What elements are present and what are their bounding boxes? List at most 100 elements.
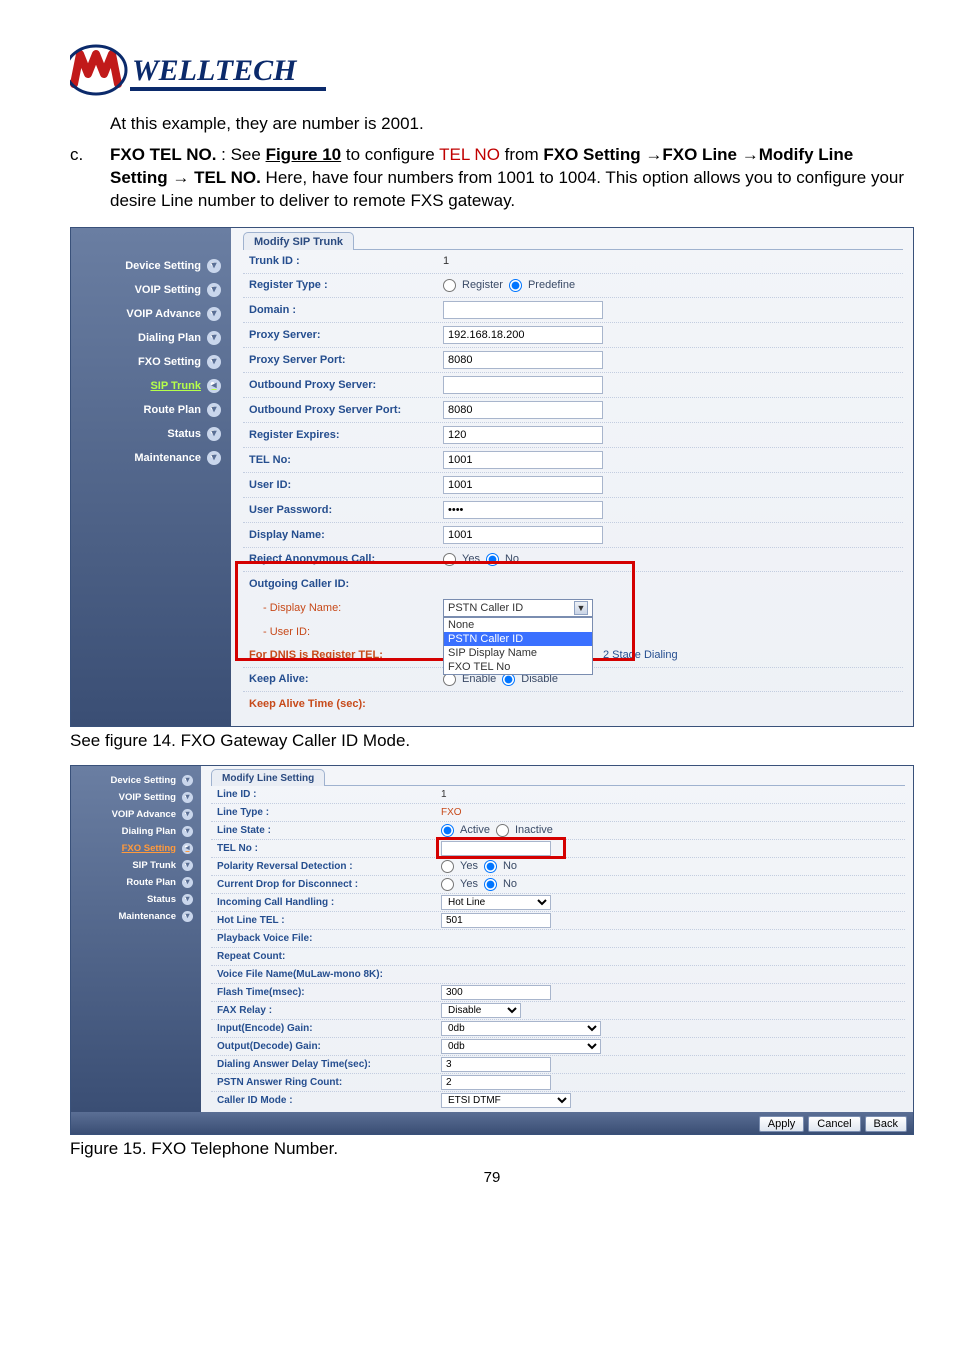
sidebar-item-dialing-plan[interactable]: Dialing Plan ▾ xyxy=(71,326,231,350)
apply-button[interactable]: Apply xyxy=(759,1116,805,1132)
input-reg-expires[interactable] xyxy=(443,426,603,444)
lbl-dnis: For DNIS is Register TEL: xyxy=(243,649,443,661)
txt-see: : See xyxy=(216,145,265,164)
input-dadt[interactable] xyxy=(441,1057,551,1072)
radio-predefine[interactable] xyxy=(509,279,522,292)
lbl-tel-no: TEL No : xyxy=(211,843,441,854)
lbl-ingain: Input(Encode) Gain: xyxy=(211,1023,441,1034)
sidebar-item-label: Dialing Plan xyxy=(122,826,176,837)
input-display-name[interactable] xyxy=(443,526,603,544)
select-incall[interactable]: Hot Line xyxy=(441,895,551,910)
select-value: PSTN Caller ID xyxy=(448,602,523,614)
sidebar-item-label: Status xyxy=(167,428,201,440)
list-marker: c. xyxy=(70,144,110,213)
input-domain[interactable] xyxy=(443,301,603,319)
radio-curdrop-no[interactable] xyxy=(484,878,497,891)
radio-register[interactable] xyxy=(443,279,456,292)
radio-reject-yes[interactable] xyxy=(443,553,456,566)
sidebar-item-route-plan[interactable]: Route Plan▾ xyxy=(71,398,231,422)
sidebar-item-maintenance[interactable]: Maintenance▾ xyxy=(71,908,201,925)
lbl-enable: Enable xyxy=(462,673,496,685)
sidebar-item-dialing-plan[interactable]: Dialing Plan ▾ xyxy=(71,823,201,840)
lbl-flash: Flash Time(msec): xyxy=(211,987,441,998)
input-flash[interactable] xyxy=(441,985,551,1000)
lbl-polarity: Polarity Reversal Detection : xyxy=(211,861,441,872)
input-ob-proxy[interactable] xyxy=(443,376,603,394)
select-sub-display-name[interactable]: PSTN Caller ID▼ None PSTN Caller ID SIP … xyxy=(443,599,593,617)
welltech-logo-icon: WELLTECH xyxy=(70,40,330,100)
tel-no-red: TEL NO xyxy=(439,145,500,164)
sidebar-item-voip-advance[interactable]: VOIP Advance▾ xyxy=(71,806,201,823)
input-ob-port[interactable] xyxy=(443,401,603,419)
sidebar-item-voip-advance[interactable]: VOIP Advance▾ xyxy=(71,302,231,326)
expand-icon: ▾ xyxy=(207,331,221,345)
expand-icon: ▾ xyxy=(207,403,221,417)
expand-icon: ▾ xyxy=(207,283,221,297)
sidebar-item-device-setting[interactable]: Device Setting▾ xyxy=(71,254,231,278)
collapse-icon: ◂ xyxy=(207,379,221,393)
tab-modify-line-setting[interactable]: Modify Line Setting xyxy=(211,769,325,786)
sidebar-item-maintenance[interactable]: Maintenance ▾ xyxy=(71,446,231,470)
radio-inactive[interactable] xyxy=(496,824,509,837)
expand-icon: ▾ xyxy=(182,792,193,803)
select-ingain[interactable]: 0db xyxy=(441,1021,601,1036)
back-button[interactable]: Back xyxy=(865,1116,907,1132)
input-tel-no[interactable] xyxy=(441,841,551,856)
page-number: 79 xyxy=(70,1169,914,1186)
expand-icon: ▾ xyxy=(207,451,221,465)
lbl-tel-no: TEL No: xyxy=(243,454,443,466)
fxo-line-bold: FXO Line xyxy=(662,145,737,164)
dropdown-option[interactable]: FXO TEL No xyxy=(444,660,592,674)
sidebar-item-status[interactable]: Status▾ xyxy=(71,422,231,446)
radio-active[interactable] xyxy=(441,824,454,837)
sidebar-item-device-setting[interactable]: Device Setting▾ xyxy=(71,772,201,789)
tab-modify-sip-trunk[interactable]: Modify SIP Trunk xyxy=(243,232,354,250)
lbl-outgoing-cid: Outgoing Caller ID: xyxy=(243,578,443,590)
lbl-yes: Yes xyxy=(462,553,480,565)
sidebar-item-label: SIP Trunk xyxy=(132,860,176,871)
input-proxy[interactable] xyxy=(443,326,603,344)
sidebar-item-sip-trunk[interactable]: SIP Trunk▾ xyxy=(71,857,201,874)
input-tel-no[interactable] xyxy=(443,451,603,469)
lbl-keep-alive: Keep Alive: xyxy=(243,673,443,685)
sidebar-item-status[interactable]: Status▾ xyxy=(71,891,201,908)
sidebar-item-label: Maintenance xyxy=(134,452,201,464)
radio-polarity-no[interactable] xyxy=(484,860,497,873)
lbl-line-type: Line Type : xyxy=(211,807,441,818)
list-item-c: c. FXO TEL NO. : See Figure 10 to config… xyxy=(70,144,914,213)
radio-curdrop-yes[interactable] xyxy=(441,878,454,891)
sidebar-item-voip-setting[interactable]: VOIP Setting▾ xyxy=(71,789,201,806)
lbl-curdrop: Current Drop for Disconnect : xyxy=(211,879,441,890)
lbl-outgain: Output(Decode) Gain: xyxy=(211,1041,441,1052)
expand-icon: ▾ xyxy=(182,826,193,837)
sidebar-item-fxo-setting[interactable]: FXO Setting▾ xyxy=(71,350,231,374)
radio-polarity-yes[interactable] xyxy=(441,860,454,873)
select-cidmode[interactable]: ETSI DTMF xyxy=(441,1093,571,1108)
sidebar-item-label: Dialing Plan xyxy=(138,332,201,344)
select-outgain[interactable]: 0db xyxy=(441,1039,601,1054)
dropdown-option[interactable]: SIP Display Name xyxy=(444,646,592,660)
input-user-id[interactable] xyxy=(443,476,603,494)
sidebar-item-sip-trunk[interactable]: SIP Trunk◂ xyxy=(71,374,231,398)
fxo-setting-bold: FXO Setting xyxy=(543,145,640,164)
sidebar-item-fxo-setting[interactable]: FXO Setting◂ xyxy=(71,840,201,857)
lbl-ob-proxy: Outbound Proxy Server: xyxy=(243,379,443,391)
lbl-user-password: User Password: xyxy=(243,504,443,516)
input-proxy-port[interactable] xyxy=(443,351,603,369)
input-user-password[interactable] xyxy=(443,501,603,519)
lbl-pbvoice: Playback Voice File: xyxy=(211,933,441,944)
sidebar-item-voip-setting[interactable]: VOIP Setting▾ xyxy=(71,278,231,302)
expand-icon: ▾ xyxy=(182,775,193,786)
radio-reject-no[interactable] xyxy=(486,553,499,566)
select-fax[interactable]: Disable xyxy=(441,1003,521,1018)
sidebar-item-route-plan[interactable]: Route Plan▾ xyxy=(71,874,201,891)
expand-icon: ▾ xyxy=(182,809,193,820)
tel-no-bold: TEL NO. xyxy=(194,168,261,187)
arrow-3: → xyxy=(172,168,189,187)
input-hotline[interactable] xyxy=(441,913,551,928)
input-pstnring[interactable] xyxy=(441,1075,551,1090)
dropdown-option[interactable]: PSTN Caller ID xyxy=(444,632,592,646)
dropdown-option[interactable]: None xyxy=(444,618,592,632)
cancel-button[interactable]: Cancel xyxy=(808,1116,860,1132)
lbl-line-state: Line State : xyxy=(211,825,441,836)
